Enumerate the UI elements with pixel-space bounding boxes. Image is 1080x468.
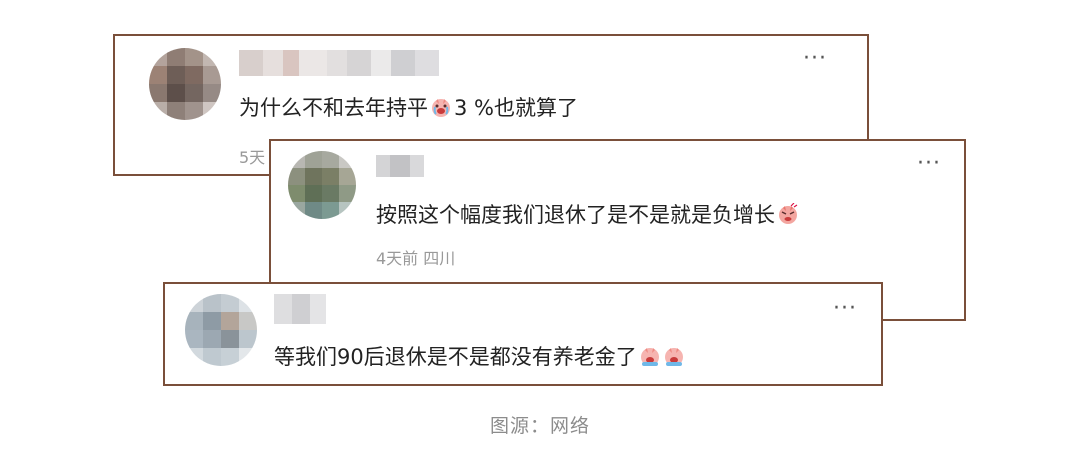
avatar[interactable] bbox=[149, 48, 221, 120]
comment-text-part: 按照这个幅度我们退休了是不是就是负增长 bbox=[376, 203, 775, 227]
username-blurred[interactable] bbox=[376, 155, 424, 177]
more-options-icon[interactable]: ··· bbox=[917, 153, 941, 175]
comment-text-part: 为什么不和去年持平 bbox=[239, 96, 428, 120]
comment-text: 按照这个幅度我们退休了是不是就是负增长 bbox=[376, 199, 799, 229]
comment-meta: 5天 bbox=[239, 148, 266, 167]
comment-text-part: 等我们90后退休是不是都没有养老金了 bbox=[274, 345, 637, 369]
comment-card: 等我们90后退休是不是都没有养老金了 ··· bbox=[163, 282, 883, 386]
angry-face-emoji bbox=[779, 203, 798, 224]
avatar[interactable] bbox=[185, 294, 257, 366]
comment-text: 为什么不和去年持平 3 %也就算了 bbox=[239, 92, 578, 122]
avatar[interactable] bbox=[288, 151, 356, 219]
image-source-caption: 图源：网络 bbox=[489, 415, 590, 437]
comment-text: 等我们90后退休是不是都没有养老金了 bbox=[274, 341, 685, 371]
username-blurred[interactable] bbox=[274, 294, 326, 324]
crying-face-emoji bbox=[664, 348, 683, 366]
comment-meta: 4天前 四川 bbox=[376, 249, 456, 268]
more-options-icon[interactable]: ··· bbox=[803, 48, 827, 70]
more-options-icon[interactable]: ··· bbox=[833, 298, 857, 320]
crying-face-emoji bbox=[640, 348, 659, 366]
crying-face-emoji bbox=[432, 99, 450, 117]
comment-text-part: 3 %也就算了 bbox=[454, 96, 578, 120]
username-blurred[interactable] bbox=[239, 50, 439, 76]
